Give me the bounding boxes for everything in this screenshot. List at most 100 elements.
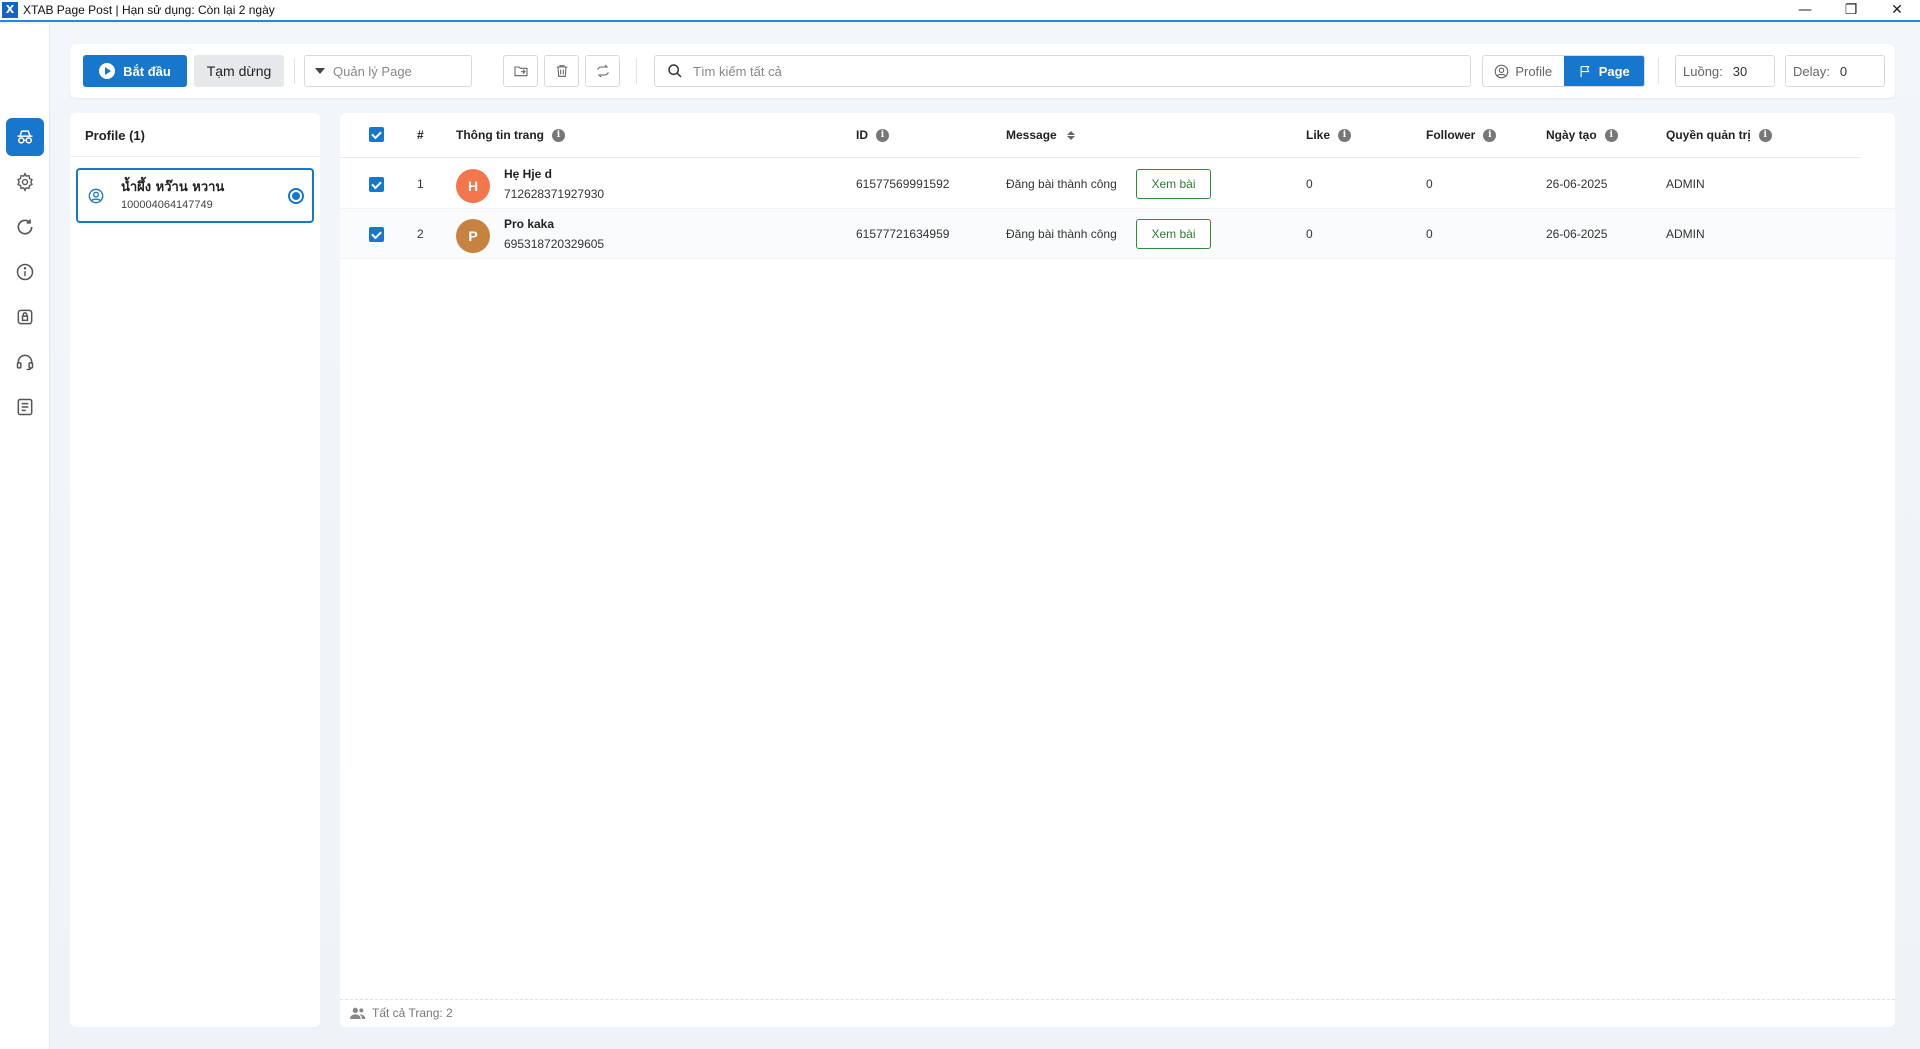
headset-icon	[16, 354, 34, 371]
view-post-button[interactable]: Xem bài	[1136, 219, 1211, 249]
column-page-info-label: Thông tin trang	[456, 128, 544, 142]
toggle-profile[interactable]: Profile	[1483, 56, 1564, 86]
toggle-page-label: Page	[1598, 63, 1630, 79]
column-created[interactable]: Ngày tạo i	[1546, 128, 1618, 142]
row-checkbox[interactable]	[369, 227, 384, 242]
sync-icon	[596, 64, 609, 78]
close-button[interactable]: ✕	[1874, 0, 1920, 20]
row-like: 0	[1306, 177, 1313, 191]
column-message-label: Message	[1006, 128, 1057, 142]
page-id: 712628371927930	[504, 187, 605, 201]
column-id[interactable]: ID i	[856, 128, 889, 142]
profile-panel: Profile (1) น้ำผึ้ง หว๊าน หวาน 100004064…	[70, 113, 320, 1027]
column-follower[interactable]: Follower i	[1426, 128, 1497, 142]
row-checkbox[interactable]	[369, 177, 384, 192]
row-message: Đăng bài thành công	[1006, 177, 1117, 191]
table-row[interactable]: 1 H Hẹ Hje d 712628371927930 61577569991…	[340, 159, 1895, 209]
play-icon	[99, 63, 116, 79]
divider	[1658, 58, 1659, 84]
row-id: 61577569991592	[856, 177, 950, 191]
pause-button[interactable]: Tạm dừng	[194, 55, 284, 87]
search-icon	[668, 64, 682, 78]
spy-icon	[17, 130, 33, 144]
app-logo-icon: X	[2, 2, 18, 18]
column-message[interactable]: Message	[1006, 128, 1075, 142]
page-id: 695318720329605	[504, 237, 605, 251]
info-icon: i	[1604, 128, 1618, 142]
title-bar: X XTAB Page Post | Hạn sử dụng: Còn lại …	[0, 0, 1920, 22]
avatar: H	[456, 169, 490, 203]
users-icon	[350, 1007, 366, 1019]
table-row[interactable]: 2 P Pro kaka 695318720329605 61577721634…	[340, 209, 1895, 259]
notes-icon	[17, 398, 33, 416]
import-folder-button[interactable]	[503, 55, 538, 87]
delay-label: Delay:	[1793, 63, 1830, 79]
restore-button[interactable]: ❐	[1828, 0, 1874, 20]
column-follower-label: Follower	[1426, 128, 1476, 142]
threads-value[interactable]: 30	[1733, 64, 1747, 79]
page-manager-placeholder: Quản lý Page	[333, 63, 412, 79]
sidebar-item-support[interactable]	[6, 343, 44, 381]
window-title: XTAB Page Post | Hạn sử dụng: Còn lại 2 …	[23, 3, 275, 17]
column-like[interactable]: Like i	[1306, 128, 1352, 142]
view-post-button[interactable]: Xem bài	[1136, 169, 1211, 199]
sidebar-item-notes[interactable]	[6, 388, 44, 426]
row-follower: 0	[1426, 227, 1433, 241]
row-id: 61577721634959	[856, 227, 950, 241]
sync-button[interactable]	[585, 55, 620, 87]
pages-table: # Thông tin trang i ID i Message Like i …	[340, 113, 1895, 1027]
row-index: 1	[417, 177, 424, 191]
search-input[interactable]	[693, 63, 1453, 79]
trash-icon	[556, 65, 567, 77]
column-page-info[interactable]: Thông tin trang i	[456, 128, 565, 142]
row-admin: ADMIN	[1666, 227, 1705, 241]
row-created: 26-06-2025	[1546, 177, 1608, 191]
sidebar-item-settings[interactable]	[6, 163, 44, 201]
select-all-checkbox[interactable]	[369, 127, 384, 142]
profile-name: น้ำผึ้ง หว๊าน หวาน	[121, 180, 225, 195]
info-icon: i	[876, 128, 889, 142]
page-manager-select[interactable]: Quản lý Page	[304, 55, 472, 87]
toggle-page[interactable]: Page	[1563, 56, 1644, 86]
sort-icon[interactable]	[1066, 130, 1075, 140]
page-name: Hẹ Hje d	[504, 167, 553, 181]
avatar: P	[456, 219, 490, 253]
table-footer: Tất cả Trang: 2	[350, 1006, 453, 1020]
sidebar-item-refresh[interactable]	[6, 208, 44, 246]
view-toggle: Profile Page	[1482, 55, 1645, 87]
column-id-label: ID	[856, 128, 868, 142]
sidebar-rail	[0, 24, 50, 1049]
row-like: 0	[1306, 227, 1313, 241]
lock-icon	[17, 309, 33, 325]
delete-button[interactable]	[544, 55, 579, 87]
dropdown-caret-icon	[315, 68, 325, 74]
search-box[interactable]	[654, 55, 1471, 87]
row-created: 26-06-2025	[1546, 227, 1608, 241]
info-icon: i	[1483, 128, 1497, 142]
column-admin-label: Quyền quản trị	[1666, 128, 1751, 142]
page-name: Pro kaka	[504, 217, 555, 231]
profile-item[interactable]: น้ำผึ้ง หว๊าน หวาน 100004064147749	[76, 168, 314, 223]
column-admin[interactable]: Quyền quản trị i	[1666, 128, 1772, 142]
info-icon: i	[1338, 128, 1352, 142]
toolbar: Bắt đầu Tạm dừng Quản lý Page Profile Pa…	[70, 44, 1895, 98]
total-pages-label: Tất cả Trang: 2	[372, 1006, 453, 1020]
sidebar-item-spy[interactable]	[6, 118, 44, 156]
start-button-label: Bắt đầu	[123, 63, 171, 79]
minimize-button[interactable]: —	[1782, 0, 1828, 20]
user-circle-icon	[1495, 64, 1509, 78]
column-index: #	[417, 128, 424, 142]
flag-icon	[1580, 65, 1590, 77]
refresh-icon	[17, 219, 33, 235]
sidebar-item-lock[interactable]	[6, 298, 44, 336]
table-header: # Thông tin trang i ID i Message Like i …	[340, 113, 1860, 158]
profile-radio[interactable]	[288, 188, 304, 204]
delay-value[interactable]: 0	[1840, 64, 1847, 79]
window-controls: — ❐ ✕	[1782, 0, 1920, 20]
start-button[interactable]: Bắt đầu	[83, 55, 187, 87]
threads-field[interactable]: Luồng: 30	[1675, 55, 1775, 87]
row-message: Đăng bài thành công	[1006, 227, 1117, 241]
toggle-profile-label: Profile	[1515, 63, 1553, 79]
sidebar-item-info[interactable]	[6, 253, 44, 291]
delay-field[interactable]: Delay: 0	[1785, 55, 1885, 87]
